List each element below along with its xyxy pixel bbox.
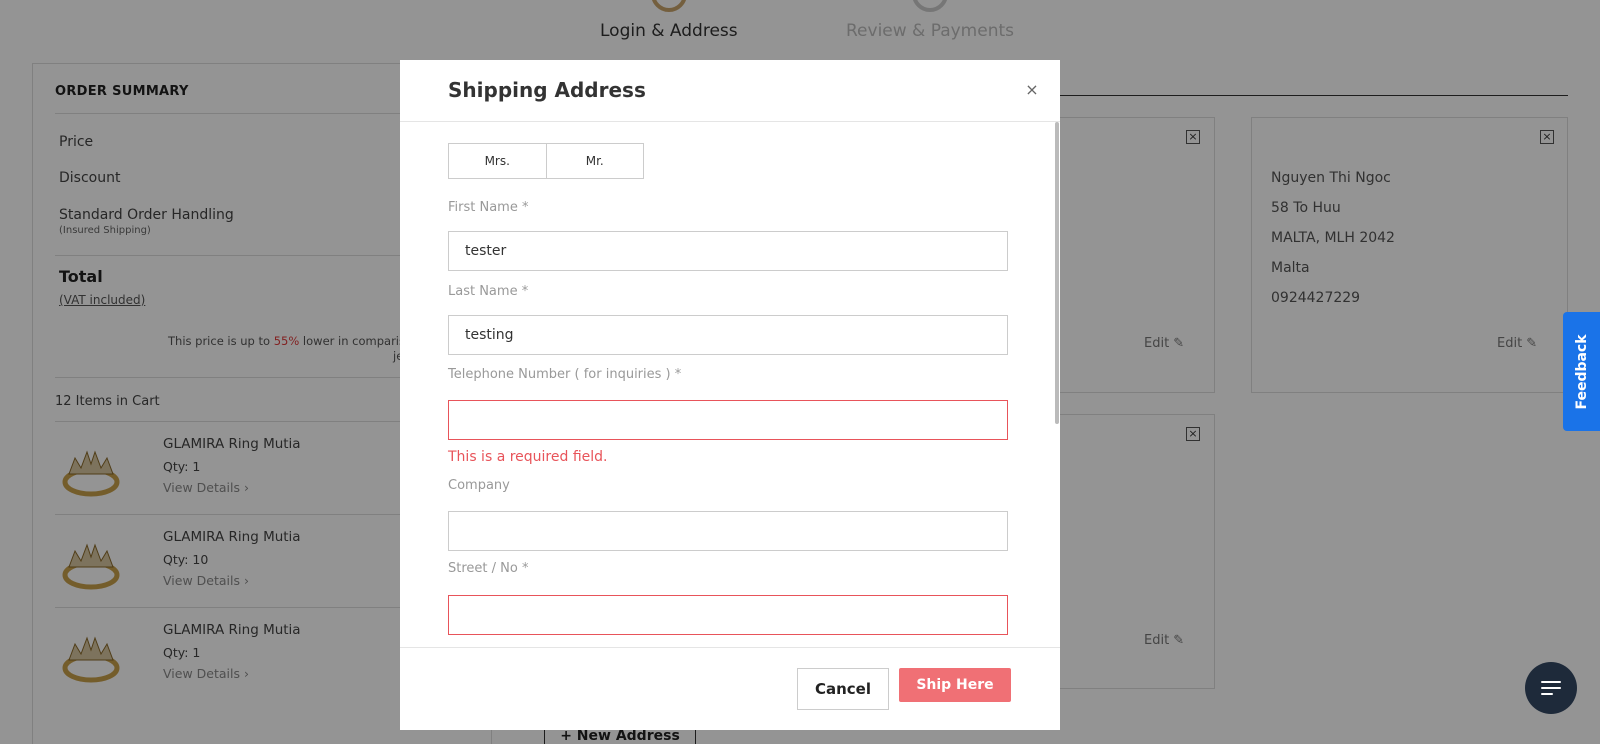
ship-here-button[interactable]: Ship Here [899, 668, 1011, 702]
telephone-field[interactable] [448, 400, 1008, 440]
company-label: Company [448, 478, 510, 493]
chat-icon-line [1541, 693, 1553, 695]
feedback-tab[interactable]: Feedback [1563, 312, 1600, 431]
chat-icon [1541, 681, 1561, 683]
title-option-mr[interactable]: Mr. [545, 144, 644, 178]
feedback-label: Feedback [1573, 333, 1590, 410]
street-field[interactable] [448, 595, 1008, 635]
first-name-label: First Name * [448, 200, 529, 215]
chat-icon-line [1541, 687, 1561, 689]
modal-title: Shipping Address [448, 78, 646, 102]
checkout-page: Login & Address Review & Payments ORDER … [0, 0, 1600, 744]
modal-footer-divider [400, 647, 1060, 648]
modal-scrollbar[interactable] [1055, 122, 1059, 424]
cancel-button[interactable]: Cancel [797, 668, 889, 710]
modal-body[interactable]: Mrs. Mr. First Name * tester Last Name *… [400, 122, 1060, 707]
shipping-address-modal: Shipping Address × Mrs. Mr. First Name *… [400, 60, 1060, 730]
first-name-field[interactable]: tester [448, 231, 1008, 271]
title-option-mrs[interactable]: Mrs. [449, 144, 546, 178]
street-label: Street / No * [448, 561, 529, 576]
close-icon[interactable]: × [1022, 80, 1042, 100]
last-name-label: Last Name * [448, 284, 529, 299]
company-field[interactable] [448, 511, 1008, 551]
telephone-error: This is a required field. [448, 449, 608, 465]
last-name-field[interactable]: testing [448, 315, 1008, 355]
telephone-label: Telephone Number ( for inquiries ) * [448, 367, 682, 382]
title-selector: Mrs. Mr. [448, 143, 644, 179]
chat-button[interactable] [1525, 662, 1577, 714]
